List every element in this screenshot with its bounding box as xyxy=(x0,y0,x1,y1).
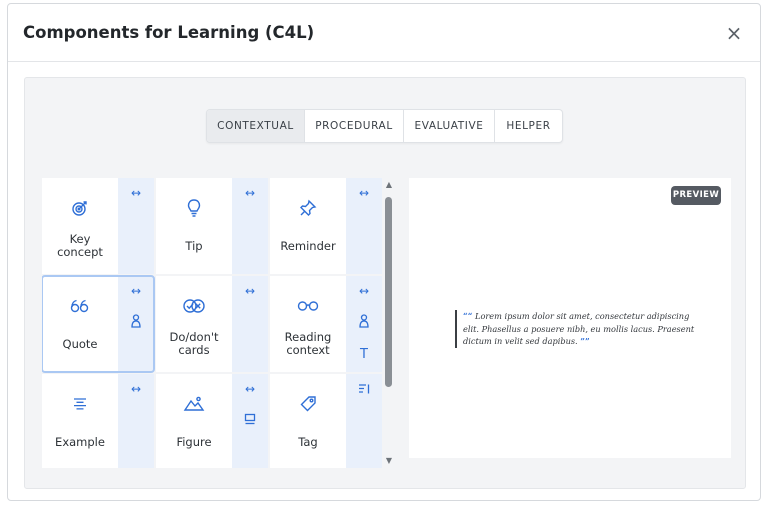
align-center-icon xyxy=(42,392,118,416)
close-quote-mark: ”” xyxy=(580,336,590,346)
caption-icon[interactable] xyxy=(232,408,268,430)
lightbulb-icon xyxy=(156,196,232,220)
scroll-up-icon[interactable]: ▲ xyxy=(384,181,394,189)
preview-quote: ““ Lorem ipsum dolor sit amet, consectet… xyxy=(455,310,703,348)
expand-horizontal-icon[interactable]: ↔ xyxy=(118,280,154,302)
quote-label: Quote xyxy=(62,337,98,351)
tag-icon xyxy=(270,392,346,416)
example-button[interactable]: Example xyxy=(42,374,118,468)
open-quote-mark: ““ xyxy=(463,311,473,321)
reading-context-options: ↔ T xyxy=(346,276,382,372)
preview-badge: PREVIEW xyxy=(671,186,721,205)
reading-context-button[interactable]: Reading context xyxy=(270,276,346,372)
do-dont-label-1: Do/don't xyxy=(169,330,219,344)
reminder-options: ↔ xyxy=(346,178,382,274)
expand-horizontal-icon[interactable]: ↔ xyxy=(232,280,268,302)
dialog-body: CONTEXTUAL PROCEDURAL EVALUATIVE HELPER … xyxy=(24,77,746,489)
reminder-button[interactable]: Reminder xyxy=(270,178,346,274)
expand-horizontal-icon[interactable]: ↔ xyxy=(346,182,382,204)
expand-horizontal-icon[interactable]: ↔ xyxy=(232,182,268,204)
scroll-thumb[interactable] xyxy=(385,197,392,387)
component-figure: Figure ↔ xyxy=(156,374,268,468)
wrap-text-icon[interactable] xyxy=(346,378,382,400)
category-tabs: CONTEXTUAL PROCEDURAL EVALUATIVE HELPER xyxy=(206,109,563,143)
key-concept-label-2: concept xyxy=(57,245,103,259)
tab-procedural[interactable]: PROCEDURAL xyxy=(305,110,404,142)
preview-panel: PREVIEW ““ Lorem ipsum dolor sit amet, c… xyxy=(409,178,731,458)
key-concept-options: ↔ xyxy=(118,178,154,274)
tab-helper[interactable]: HELPER xyxy=(495,110,562,142)
component-tip: Tip ↔ xyxy=(156,178,268,274)
component-reading-context: Reading context ↔ T xyxy=(270,276,382,372)
key-concept-label-1: Key xyxy=(69,232,91,246)
figure-options: ↔ xyxy=(232,374,268,468)
example-label: Example xyxy=(55,435,105,449)
glasses-icon xyxy=(270,294,346,318)
figure-label: Figure xyxy=(176,435,212,449)
tag-label: Tag xyxy=(298,435,318,449)
component-tag: Tag xyxy=(270,374,382,468)
do-dont-options: ↔ xyxy=(232,276,268,372)
tip-button[interactable]: Tip xyxy=(156,178,232,274)
tip-label: Tip xyxy=(185,239,203,253)
expand-horizontal-icon[interactable]: ↔ xyxy=(118,378,154,400)
component-reminder: Reminder ↔ xyxy=(270,178,382,274)
user-icon[interactable] xyxy=(346,310,382,332)
check-cross-icon xyxy=(156,294,232,318)
expand-horizontal-icon[interactable]: ↔ xyxy=(346,280,382,302)
example-options: ↔ xyxy=(118,374,154,468)
dialog-title: Components for Learning (C4L) xyxy=(23,23,315,42)
tag-button[interactable]: Tag xyxy=(270,374,346,468)
expand-horizontal-icon[interactable]: ↔ xyxy=(118,182,154,204)
tab-evaluative[interactable]: EVALUATIVE xyxy=(404,110,495,142)
reading-context-label-2: context xyxy=(286,343,330,357)
close-icon[interactable]: × xyxy=(724,23,744,43)
reminder-label: Reminder xyxy=(280,239,336,253)
text-icon[interactable]: T xyxy=(346,343,382,365)
key-concept-button[interactable]: Key concept xyxy=(42,178,118,274)
scroll-down-icon[interactable]: ▼ xyxy=(384,457,394,465)
user-icon[interactable] xyxy=(118,310,154,332)
component-grid: Key concept ↔ Tip ↔ Reminder ↔ Quote ↔ D… xyxy=(42,178,382,468)
grid-scrollbar[interactable]: ▲ ▼ xyxy=(384,181,394,465)
quote-options: ↔ xyxy=(118,276,154,372)
do-dont-cards-button[interactable]: Do/don't cards xyxy=(156,276,232,372)
component-quote: Quote ↔ xyxy=(42,275,155,373)
target-icon xyxy=(42,196,118,220)
component-example: Example ↔ xyxy=(42,374,154,468)
preview-quote-text: Lorem ipsum dolor sit amet, consectetur … xyxy=(463,311,695,346)
tip-options: ↔ xyxy=(232,178,268,274)
quote-button[interactable]: Quote xyxy=(42,276,118,372)
figure-button[interactable]: Figure xyxy=(156,374,232,468)
component-key-concept: Key concept ↔ xyxy=(42,178,154,274)
tag-options xyxy=(346,374,382,468)
quote-icon xyxy=(42,294,118,318)
do-dont-label-2: cards xyxy=(178,343,210,357)
pushpin-icon xyxy=(270,196,346,220)
dialog-header: Components for Learning (C4L) × xyxy=(8,4,760,62)
tab-contextual[interactable]: CONTEXTUAL xyxy=(207,110,305,142)
c4l-dialog: Components for Learning (C4L) × CONTEXTU… xyxy=(7,3,761,501)
mountain-image-icon xyxy=(156,392,232,416)
expand-horizontal-icon[interactable]: ↔ xyxy=(232,378,268,400)
reading-context-label-1: Reading xyxy=(284,330,332,344)
component-do-dont-cards: Do/don't cards ↔ xyxy=(156,276,268,372)
